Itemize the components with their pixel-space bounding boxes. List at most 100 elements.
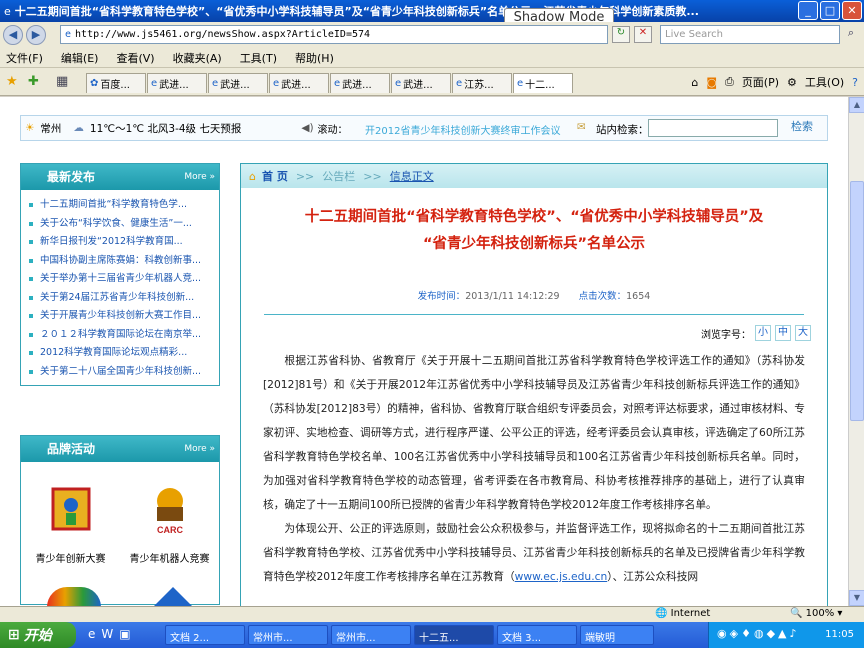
gear-icon: ⚙ — [787, 75, 797, 89]
paragraph: 为体现公开、公正的评选原则，鼓励社会公众积极参与，并监督评选工作，现将拟命名的十… — [263, 522, 805, 583]
article-meta: 发布时间：2013/1/11 14:12:29 点击次数：1654 — [417, 291, 651, 302]
taskbar: ⊞ 开始 e W ▣ 文档 2... 常州市... 常州市... 十二五... 文… — [0, 622, 864, 648]
contest-logo-3[interactable] — [47, 587, 101, 606]
task-changzhou-2[interactable]: 常州市... — [331, 625, 411, 645]
stop-icon[interactable]: ✕ — [634, 26, 652, 43]
close-button[interactable]: ✕ — [842, 1, 862, 20]
task-duan[interactable]: 端敏明 — [580, 625, 654, 645]
list-item[interactable]: 关于第24届江苏省青少年科技创新... — [21, 289, 219, 308]
ie-icon: e — [456, 78, 463, 89]
list-item[interactable]: 关于第二十八届全国青少年科技创新... — [21, 363, 219, 382]
latest-news-list: 十二五期间首批“科学教育特色学... 关于公布“科学饮食、健康生活”一... 新… — [21, 190, 219, 385]
minimize-button[interactable]: _ — [798, 1, 818, 20]
tab-wujin-2[interactable]: e 武进... — [208, 73, 268, 93]
help-icon[interactable]: ? — [852, 76, 858, 89]
back-button[interactable]: ◀ — [3, 25, 23, 45]
robot-contest-link[interactable]: CARC 青少年机器人竞赛 — [125, 480, 215, 565]
breadcrumb-bulletin[interactable]: 公告栏 — [322, 168, 355, 184]
start-button[interactable]: ⊞ 开始 — [0, 622, 76, 648]
menu-edit[interactable]: 编辑(E) — [61, 50, 99, 66]
tray-icon[interactable]: ◆ — [767, 627, 775, 640]
feeds-icon[interactable]: ◙ — [706, 76, 717, 89]
system-tray: ◉ ◈ ♦ ◍ ◆ ▲ ♪ 11:05 — [708, 622, 864, 648]
word-icon[interactable]: W — [101, 627, 113, 641]
list-item[interactable]: 中国科协副主席陈赛娟：科教创新事... — [21, 252, 219, 271]
zone-indicator: 🌐 Internet — [655, 608, 711, 619]
tray-icon[interactable]: ◍ — [754, 627, 764, 640]
tab-wujin-4[interactable]: e 武进... — [330, 73, 390, 93]
live-search-input[interactable]: Live Search — [660, 25, 840, 44]
tools-menu[interactable]: 工具(O) — [805, 74, 844, 90]
favorites-star-icon[interactable]: ★ — [6, 74, 18, 89]
search-icon[interactable]: ⌕ — [843, 26, 859, 43]
list-item[interactable]: 关于公布“科学饮食、健康生活”一... — [21, 215, 219, 234]
tab-wujin-1[interactable]: e 武进... — [147, 73, 207, 93]
maximize-button[interactable]: □ — [820, 1, 840, 20]
vertical-scrollbar[interactable]: ▲ ▼ — [848, 97, 864, 606]
tab-baidu[interactable]: ✿ 百度... — [86, 73, 146, 93]
address-url: http://www.js5461.org/newsShow.aspx?Arti… — [75, 29, 371, 40]
task-doc3[interactable]: 文档 3... — [497, 625, 577, 645]
tray-icon[interactable]: ♦ — [741, 627, 751, 640]
innovation-contest-link[interactable]: 青少年创新大赛 — [26, 480, 116, 565]
site-search-button[interactable]: 检索 — [791, 118, 825, 136]
print-icon[interactable]: ⎙ — [725, 75, 734, 89]
site-search-label: 站内检索： — [596, 124, 649, 136]
menu-tools[interactable]: 工具(T) — [240, 50, 277, 66]
forward-button[interactable]: ▶ — [26, 25, 46, 45]
menu-help[interactable]: 帮助(H) — [295, 50, 334, 66]
font-size-selector: 浏览字号： 小 中 大 — [241, 325, 827, 341]
tray-icon[interactable]: ▲ — [778, 627, 786, 640]
paragraph: 根据江苏省科协、省教育厅《关于开展十二五期间首批江苏省科学教育特色学校评选工作的… — [263, 354, 805, 511]
window-titlebar: e 十二五期间首批“省科学教育特色学校”、“省优秀中小学科技辅导员”及“省青少年… — [0, 0, 864, 22]
breadcrumb-article[interactable]: 信息正文 — [390, 168, 434, 184]
tab-jiangsu[interactable]: e 江苏... — [452, 73, 512, 93]
ie-icon[interactable]: e — [88, 627, 95, 641]
tab-wujin-5[interactable]: e 武进... — [391, 73, 451, 93]
refresh-icon[interactable]: ↻ — [612, 26, 630, 43]
scroll-news-link[interactable]: 开2012省青少年科技创新大赛终审工作会议 — [365, 122, 560, 137]
tray-icon[interactable]: ◈ — [730, 627, 738, 640]
task-current[interactable]: 十二五... — [414, 625, 494, 645]
tab-current[interactable]: e 十二... — [513, 73, 573, 93]
volume-icon[interactable]: ♪ — [790, 627, 797, 640]
list-item[interactable]: ２０１２科学教育国际论坛在南京举... — [21, 326, 219, 345]
page-menu[interactable]: 页面(P) — [742, 74, 779, 90]
font-small-button[interactable]: 小 — [755, 325, 771, 341]
scroll-thumb[interactable] — [850, 181, 864, 421]
task-changzhou-1[interactable]: 常州市... — [248, 625, 328, 645]
svg-text:CARC: CARC — [157, 525, 183, 535]
quick-tabs-icon[interactable]: ▦ — [56, 74, 68, 89]
list-item[interactable]: 2012科学教育国际论坛观点精彩... — [21, 344, 219, 363]
menu-file[interactable]: 文件(F) — [6, 50, 43, 66]
zoom-control[interactable]: 🔍 100% ▾ — [790, 608, 842, 619]
scroll-down-icon[interactable]: ▼ — [849, 590, 864, 606]
add-favorite-icon[interactable]: ✚ — [28, 74, 39, 89]
desktop-icon[interactable]: ▣ — [119, 627, 130, 641]
task-doc2[interactable]: 文档 2... — [165, 625, 245, 645]
quick-launch: e W ▣ — [88, 627, 131, 641]
latest-more-link[interactable]: More » — [184, 164, 215, 190]
breadcrumb-home[interactable]: 首 页 — [262, 168, 288, 184]
list-item[interactable]: 关于举办第十三届省青少年机器人竞... — [21, 270, 219, 289]
tab-wujin-3[interactable]: e 武进... — [269, 73, 329, 93]
address-field[interactable]: e http://www.js5461.org/newsShow.aspx?Ar… — [60, 25, 608, 44]
ec-js-link[interactable]: www.ec.js.edu.cn — [515, 570, 608, 583]
list-item[interactable]: 十二五期间首批“科学教育特色学... — [21, 196, 219, 215]
font-large-button[interactable]: 大 — [795, 325, 811, 341]
list-item[interactable]: 新华日报刊发“2012科学教育国... — [21, 233, 219, 252]
tray-icon[interactable]: ◉ — [717, 627, 727, 640]
menu-view[interactable]: 查看(V) — [116, 50, 154, 66]
window-title: 十二五期间首批“省科学教育特色学校”、“省优秀中小学科技辅导员”及“省青少年科技… — [14, 5, 699, 18]
site-search-input[interactable] — [648, 119, 778, 137]
weather-cloud-icon: ☁ — [73, 122, 84, 134]
list-item[interactable]: 关于开展青少年科技创新大赛工作目... — [21, 307, 219, 326]
brand-more-link[interactable]: More » — [184, 436, 215, 462]
contest-logo-4[interactable] — [153, 587, 193, 606]
font-medium-button[interactable]: 中 — [775, 325, 791, 341]
ie-icon: e — [273, 78, 280, 89]
scroll-up-icon[interactable]: ▲ — [849, 97, 864, 113]
home-icon[interactable]: ⌂ — [691, 76, 698, 89]
menu-favorites[interactable]: 收藏夹(A) — [173, 50, 222, 66]
speaker-icon: ◀) — [301, 122, 314, 134]
